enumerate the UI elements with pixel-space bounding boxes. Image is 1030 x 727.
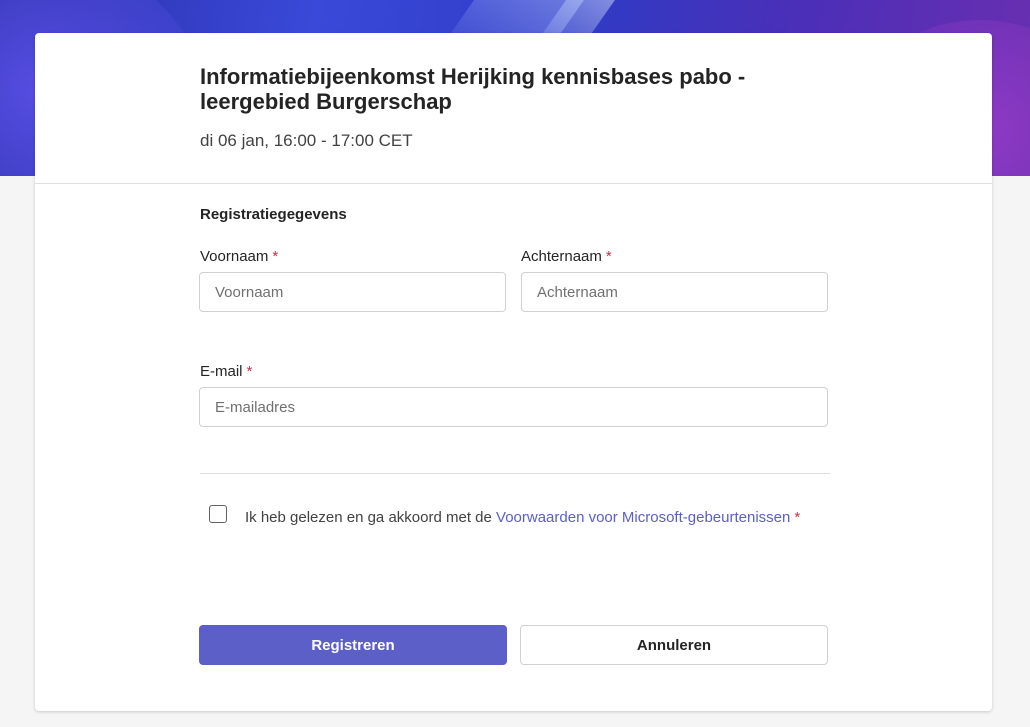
required-marker: * <box>272 248 279 265</box>
registration-card: Informatiebijeenkomst Herijking kennisba… <box>35 33 992 711</box>
register-button[interactable]: Registreren <box>199 625 507 665</box>
terms-checkbox[interactable] <box>209 505 227 523</box>
last-name-label-text: Achternaam <box>521 248 602 265</box>
email-label-text: E-mail <box>200 363 243 380</box>
required-marker: * <box>605 248 612 265</box>
terms-link[interactable]: Voorwaarden voor Microsoft-gebeurtenisse… <box>496 509 790 526</box>
first-name-label: Voornaam * <box>200 248 278 265</box>
event-datetime: di 06 jan, 16:00 - 17:00 CET <box>200 131 413 150</box>
terms-consent-label: Ik heb gelezen en ga akkoord met de <box>245 509 497 526</box>
event-title: Informatiebijeenkomst Herijking kennisba… <box>200 64 746 114</box>
email-input[interactable] <box>199 387 828 427</box>
form-divider <box>200 473 830 474</box>
email-label: E-mail * <box>200 363 252 380</box>
terms-consent-text: Ik heb gelezen en ga akkoord met de Voor… <box>245 505 805 530</box>
section-title: Registratiegegevens <box>200 206 347 223</box>
last-name-label: Achternaam * <box>521 248 612 265</box>
first-name-input[interactable] <box>199 272 506 312</box>
cancel-button[interactable]: Annuleren <box>520 625 828 665</box>
required-marker: * <box>246 363 253 380</box>
last-name-input[interactable] <box>521 272 828 312</box>
header-divider <box>35 183 992 184</box>
required-marker: * <box>794 509 801 526</box>
first-name-label-text: Voornaam <box>200 248 269 265</box>
